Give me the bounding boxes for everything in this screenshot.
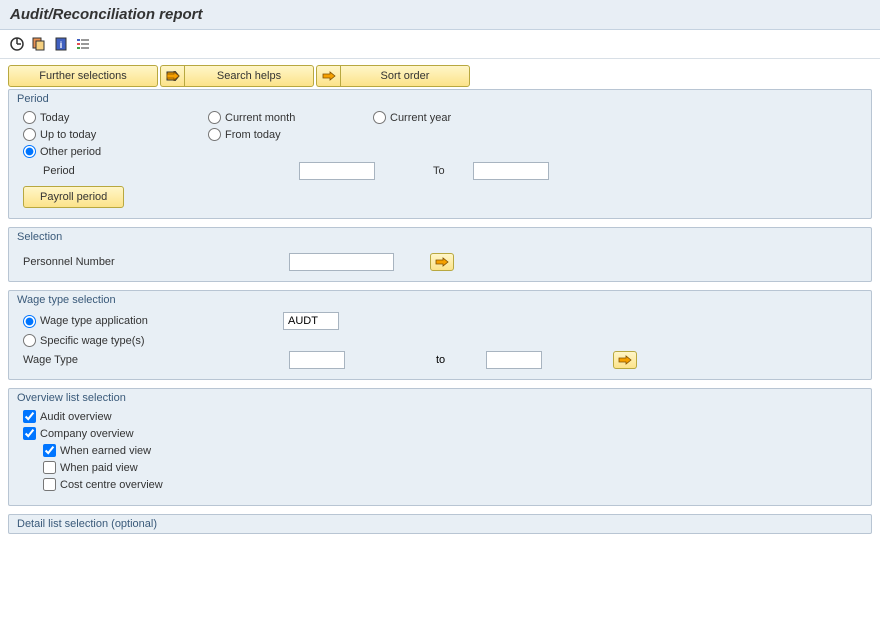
radio-other-period-label: Other period <box>40 146 101 158</box>
personnel-multi-select-button[interactable] <box>430 253 454 271</box>
period-label: Period <box>23 165 143 177</box>
search-helps-arrow-icon[interactable] <box>160 65 184 87</box>
selection-group: Selection Personnel Number <box>8 227 872 282</box>
detail-group: Detail list selection (optional) <box>8 514 872 534</box>
radio-current-month-label: Current month <box>225 112 295 124</box>
wage-type-multi-select-button[interactable] <box>613 351 637 369</box>
personnel-number-input[interactable] <box>289 253 394 271</box>
radio-other-period[interactable]: Other period <box>23 145 101 158</box>
check-paid-label: When paid view <box>60 462 138 474</box>
search-helps-button[interactable]: Search helps <box>184 65 314 87</box>
overview-group-label: Overview list selection <box>9 389 871 404</box>
radio-up-to-today-label: Up to today <box>40 129 96 141</box>
svg-text:i: i <box>60 40 63 50</box>
execute-icon[interactable] <box>8 35 26 53</box>
radio-today-label: Today <box>40 112 69 124</box>
selection-group-label: Selection <box>9 228 871 243</box>
radio-wage-app-label: Wage type application <box>40 315 148 327</box>
wage-type-group: Wage type selection Wage type applicatio… <box>8 290 872 380</box>
detail-group-label: Detail list selection (optional) <box>9 515 871 533</box>
personnel-number-label: Personnel Number <box>23 256 138 268</box>
wage-type-group-label: Wage type selection <box>9 291 871 306</box>
period-to-label: To <box>433 165 445 177</box>
check-company-overview[interactable]: Company overview <box>23 427 857 440</box>
radio-current-year[interactable]: Current year <box>373 111 451 124</box>
check-cost-centre-label: Cost centre overview <box>60 479 163 491</box>
wage-type-to-input[interactable] <box>486 351 542 369</box>
period-group-label: Period <box>9 90 871 105</box>
sort-order-button[interactable]: Sort order <box>340 65 470 87</box>
period-from-input[interactable] <box>299 162 375 180</box>
sort-order-arrow-icon[interactable] <box>316 65 340 87</box>
radio-today[interactable]: Today <box>23 111 208 124</box>
radio-specific-wage-types[interactable]: Specific wage type(s) <box>23 334 145 347</box>
page-title: Audit/Reconciliation report <box>0 0 880 30</box>
radio-from-today[interactable]: From today <box>208 128 373 141</box>
radio-current-month[interactable]: Current month <box>208 111 373 124</box>
radio-up-to-today[interactable]: Up to today <box>23 128 208 141</box>
payroll-period-button[interactable]: Payroll period <box>23 186 124 208</box>
content-area: Further selections Search helps Sort ord… <box>0 59 880 540</box>
wage-type-from-input[interactable] <box>289 351 345 369</box>
wage-app-input[interactable] <box>283 312 339 330</box>
overview-group: Overview list selection Audit overview C… <box>8 388 872 506</box>
radio-wage-type-application[interactable]: Wage type application <box>23 315 283 328</box>
period-to-input[interactable] <box>473 162 549 180</box>
wage-type-to-label: to <box>436 354 445 366</box>
check-when-paid[interactable]: When paid view <box>43 461 857 474</box>
radio-from-today-label: From today <box>225 129 281 141</box>
structure-icon[interactable] <box>74 35 92 53</box>
check-audit-overview[interactable]: Audit overview <box>23 410 857 423</box>
check-company-label: Company overview <box>40 428 134 440</box>
selection-buttons-row: Further selections Search helps Sort ord… <box>8 65 872 87</box>
radio-current-year-label: Current year <box>390 112 451 124</box>
check-audit-label: Audit overview <box>40 411 112 423</box>
variant-icon[interactable] <box>30 35 48 53</box>
wage-type-label: Wage Type <box>23 354 138 366</box>
check-cost-centre[interactable]: Cost centre overview <box>43 478 857 491</box>
check-when-earned[interactable]: When earned view <box>43 444 857 457</box>
period-group: Period Today Current month Current year … <box>8 89 872 219</box>
toolbar: i <box>0 30 880 59</box>
further-selections-button[interactable]: Further selections <box>8 65 158 87</box>
check-earned-label: When earned view <box>60 445 151 457</box>
info-icon[interactable]: i <box>52 35 70 53</box>
radio-specific-wage-label: Specific wage type(s) <box>40 335 145 347</box>
